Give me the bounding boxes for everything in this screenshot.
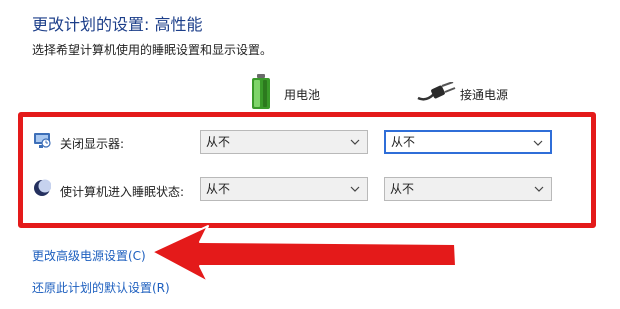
display-off-battery-select[interactable]: 从不 [200,130,368,154]
moon-icon [34,179,51,196]
sleep-plugged-select[interactable]: 从不 [384,177,552,201]
display-off-plugged-select[interactable]: 从不 [384,130,552,154]
battery-icon [252,74,270,109]
plug-icon [417,82,456,101]
column-battery-label: 用电池 [284,88,321,102]
chevron-down-icon [534,186,544,192]
sleep-battery-value: 从不 [206,182,231,196]
monitor-icon [34,133,51,148]
row-display-off-label: 关闭显示器: [60,137,125,151]
display-off-battery-value: 从不 [206,135,231,149]
row-sleep-label: 使计算机进入睡眠状态: [60,185,185,199]
page-title: 更改计划的设置: 高性能 [32,15,203,34]
chevron-down-icon [350,186,360,192]
column-plugged-label: 接通电源 [460,88,509,102]
chevron-down-icon [350,139,360,145]
sleep-plugged-value: 从不 [390,182,415,196]
page-subtitle: 选择希望计算机使用的睡眠设置和显示设置。 [32,43,273,57]
display-off-plugged-value: 从不 [391,135,416,149]
advanced-power-settings-link[interactable]: 更改高级电源设置(C) [32,247,146,264]
annotation-arrow [151,225,457,283]
chevron-down-icon [533,140,543,146]
sleep-battery-select[interactable]: 从不 [200,177,368,201]
